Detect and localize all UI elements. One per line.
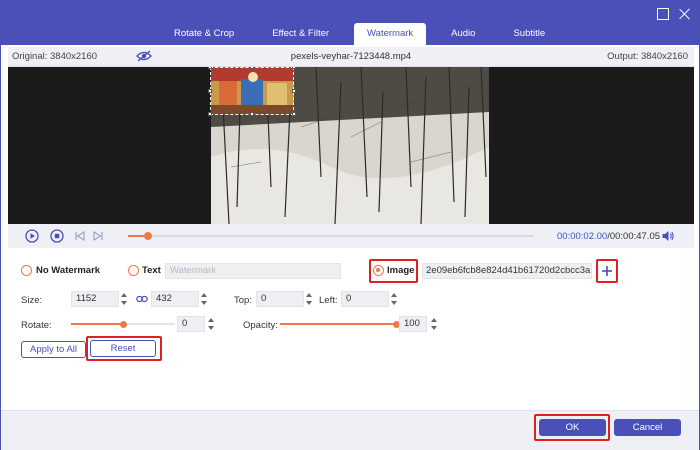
top-input[interactable]: 0 [256, 291, 304, 307]
rotate-input[interactable]: 0 [177, 316, 205, 332]
rotate-label: Rotate: [21, 320, 52, 331]
left-input[interactable]: 0 [341, 291, 389, 307]
height-input[interactable]: 432 [151, 291, 199, 307]
close-icon[interactable] [679, 8, 691, 20]
image-watermark-label: Image [387, 265, 415, 276]
tab-rotate-crop[interactable]: Rotate & Crop [161, 23, 247, 45]
resize-handle[interactable] [250, 112, 254, 116]
timeline-track[interactable] [128, 232, 534, 240]
image-watermark-radio[interactable] [373, 265, 384, 276]
text-watermark-radio[interactable] [128, 265, 139, 276]
size-label: Size: [21, 295, 43, 306]
info-bar: Original: 3840x2160 pexels-veyhar-712344… [8, 47, 694, 67]
tab-effect-filter[interactable]: Effect & Filter [259, 23, 342, 45]
ok-button[interactable]: OK [539, 419, 606, 436]
rotate-slider-fill [71, 323, 123, 325]
opacity-slider-fill [280, 323, 396, 325]
volume-icon[interactable] [661, 229, 675, 243]
resize-handle[interactable] [250, 67, 254, 69]
time-display: 00:00:02.00/00:00:47.05 [557, 231, 660, 242]
left-label: Left: [319, 295, 338, 306]
cancel-button[interactable]: Cancel [614, 419, 681, 436]
apply-to-all-button[interactable]: Apply to All [21, 341, 86, 358]
resize-handle[interactable] [292, 112, 296, 116]
width-input[interactable]: 1152 [71, 291, 119, 307]
title-bar: Rotate & Crop Effect & Filter Watermark … [1, 1, 699, 45]
tab-watermark[interactable]: Watermark [354, 23, 427, 45]
top-label: Top: [234, 295, 252, 306]
rotate-stepper[interactable] [207, 316, 217, 332]
stop-icon[interactable] [50, 229, 64, 243]
play-icon[interactable] [25, 229, 39, 243]
total-time: /00:00:47.05 [607, 231, 661, 242]
watermark-text-input[interactable]: Watermark [165, 263, 341, 279]
height-stepper[interactable] [200, 291, 210, 307]
text-watermark-label: Text [142, 265, 161, 276]
opacity-stepper[interactable] [430, 316, 440, 332]
no-watermark-label: No Watermark [36, 265, 101, 276]
next-frame-icon[interactable] [91, 229, 105, 243]
resize-handle[interactable] [208, 112, 212, 116]
tab-subtitle[interactable]: Subtitle [500, 23, 558, 45]
tab-bar: Rotate & Crop Effect & Filter Watermark … [161, 23, 570, 45]
opacity-input[interactable]: 100 [399, 316, 427, 332]
width-stepper[interactable] [120, 291, 130, 307]
rotate-slider[interactable] [71, 320, 175, 328]
resize-handle[interactable] [292, 67, 296, 69]
playback-bar: 00:00:02.00/00:00:47.05 [8, 224, 694, 248]
add-image-icon[interactable] [600, 264, 614, 278]
left-stepper[interactable] [390, 291, 400, 307]
rotate-slider-handle[interactable] [119, 320, 127, 328]
no-watermark-radio[interactable] [21, 265, 32, 276]
reset-button[interactable]: Reset [90, 340, 156, 357]
tab-audio[interactable]: Audio [438, 23, 488, 45]
image-file-name: 2e09eb6fcb8e824d41b61720d2cbcc3a.jpg [422, 263, 592, 279]
resize-handle[interactable] [208, 67, 212, 69]
timeline-handle[interactable] [144, 232, 153, 240]
top-stepper[interactable] [305, 291, 315, 307]
output-resolution: Output: 3840x2160 [607, 51, 688, 62]
file-name: pexels-veyhar-7123448.mp4 [290, 51, 412, 62]
maximize-icon[interactable] [657, 8, 669, 20]
watermark-bounding-box[interactable] [210, 67, 294, 115]
resize-handle[interactable] [292, 89, 296, 93]
current-time: 00:00:02.00 [557, 231, 608, 242]
previous-frame-icon[interactable] [73, 229, 87, 243]
watermark-editor-window: Rotate & Crop Effect & Filter Watermark … [0, 0, 700, 450]
link-aspect-icon[interactable] [136, 294, 148, 304]
opacity-label: Opacity: [243, 320, 278, 331]
video-preview [8, 67, 694, 224]
opacity-slider[interactable] [280, 320, 400, 328]
resize-handle[interactable] [208, 89, 212, 93]
